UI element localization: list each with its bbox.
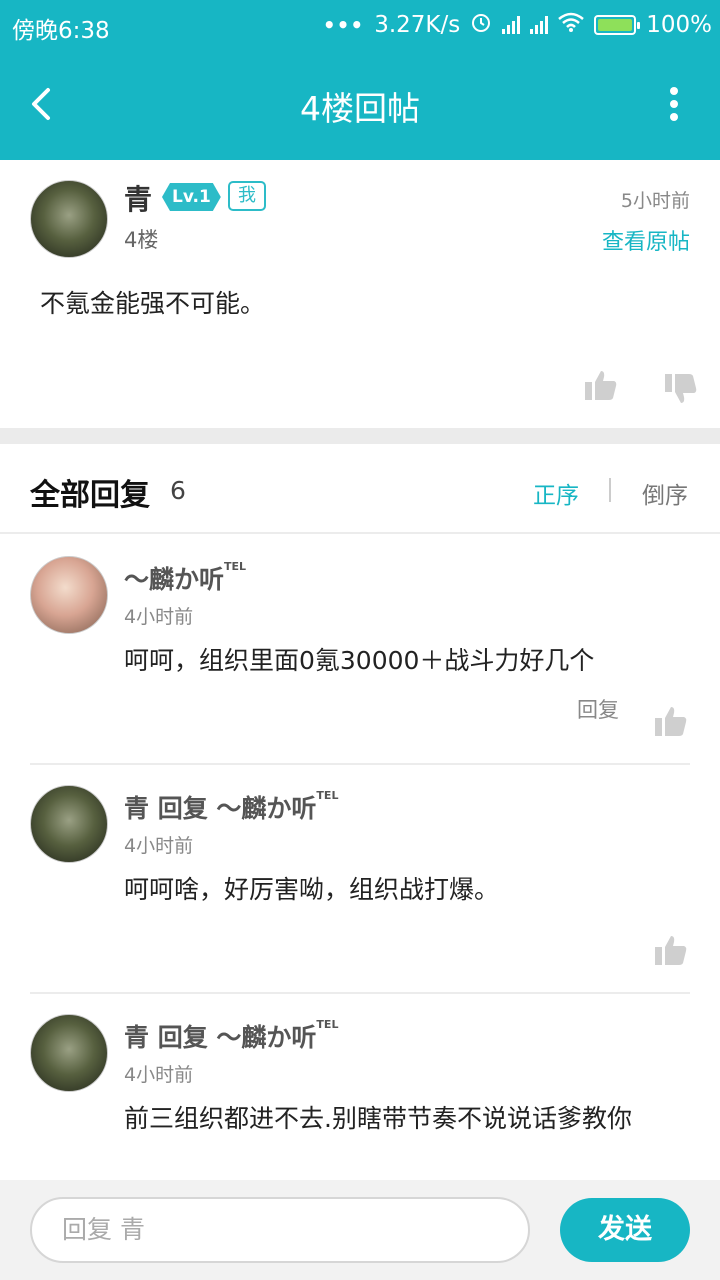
reply-author[interactable]: 青 回复 ～麟か听TEL <box>124 1018 338 1054</box>
sort-asc-button[interactable]: 正序 <box>533 476 579 510</box>
thumbs-up-icon[interactable] <box>584 368 618 402</box>
signal-icon <box>502 16 521 34</box>
avatar[interactable] <box>30 556 108 634</box>
reply-author-tag: TEL <box>316 1018 339 1031</box>
reply-text: 呵呵啥，好厉害呦，组织战打爆。 <box>124 875 500 904</box>
avatar[interactable] <box>30 1014 108 1092</box>
app-bar: 4楼回帖 <box>0 50 720 160</box>
replies-header: 全部回复 6 正序 倒序 <box>0 444 720 534</box>
floor-label: 4楼 <box>124 228 159 252</box>
reply-time: 4小时前 <box>124 606 194 628</box>
signal-icon-2 <box>530 16 549 34</box>
reply-author-name: ～麟か听 <box>124 565 225 594</box>
notification-dots: ••• <box>322 13 365 37</box>
list-item: 青 回复 ～麟か听TEL 4小时前 呵呵啥，好厉害呦，组织战打爆。 <box>0 765 720 994</box>
reply-composer: 回复 青 发送 <box>0 1180 720 1280</box>
sort-desc-button[interactable]: 倒序 <box>642 476 688 510</box>
post-author[interactable]: 青 <box>124 178 152 218</box>
replies-title: 全部回复 <box>30 478 150 513</box>
status-time: 傍晚6:38 <box>12 18 110 44</box>
section-divider <box>0 428 720 444</box>
reply-author-tag: TEL <box>316 789 339 802</box>
list-item: ～麟か听TEL 4小时前 呵呵，组织里面0氪30000＋战斗力好几个 回复 <box>0 536 720 765</box>
thumbs-up-icon[interactable] <box>654 933 688 967</box>
alarm-icon <box>470 11 492 39</box>
avatar[interactable] <box>30 180 108 258</box>
status-bar: 傍晚6:38 ••• 3.27K/s 100% <box>0 0 720 50</box>
post-time: 5小时前 <box>620 190 690 212</box>
list-item: 青 回复 ～麟か听TEL 4小时前 前三组织都进不去.别瞎带节奏不说说话爹教你 <box>0 994 720 1180</box>
battery-icon <box>594 15 641 35</box>
reply-input[interactable]: 回复 青 <box>30 1197 530 1263</box>
reply-author[interactable]: 青 回复 ～麟か听TEL <box>124 789 338 825</box>
reply-author-name: 青 回复 ～麟か听 <box>124 794 317 823</box>
reply-author-name: 青 回复 ～麟か听 <box>124 1023 317 1052</box>
wifi-icon <box>558 12 585 38</box>
network-speed: 3.27K/s <box>374 12 461 38</box>
avatar[interactable] <box>30 785 108 863</box>
level-badge: Lv.1 <box>162 183 221 211</box>
battery-percent: 100% <box>646 12 712 38</box>
reply-author-tag: TEL <box>224 560 247 573</box>
post-content: 不氪金能强不可能。 <box>40 289 266 318</box>
replies-count: 6 <box>170 476 186 505</box>
sort-separator <box>609 478 611 502</box>
reply-button[interactable]: 回复 <box>577 694 619 724</box>
reply-time: 4小时前 <box>124 835 194 857</box>
send-button[interactable]: 发送 <box>560 1198 690 1262</box>
page-title: 4楼回帖 <box>300 89 420 128</box>
thumbs-up-icon[interactable] <box>654 704 688 738</box>
view-original-link[interactable]: 查看原帖 <box>602 224 690 256</box>
more-menu-icon[interactable] <box>668 86 680 122</box>
reply-text: 前三组织都进不去.别瞎带节奏不说说话爹教你 <box>124 1104 632 1133</box>
reply-author[interactable]: ～麟か听TEL <box>124 560 246 596</box>
thumbs-down-icon[interactable] <box>664 372 698 406</box>
reply-time: 4小时前 <box>124 1064 194 1086</box>
original-post: 青 Lv.1 我 4楼 5小时前 查看原帖 不氪金能强不可能。 <box>0 160 720 428</box>
reply-text: 呵呵，组织里面0氪30000＋战斗力好几个 <box>124 646 595 675</box>
status-right: ••• 3.27K/s 100% <box>323 11 712 39</box>
me-badge: 我 <box>228 181 266 211</box>
